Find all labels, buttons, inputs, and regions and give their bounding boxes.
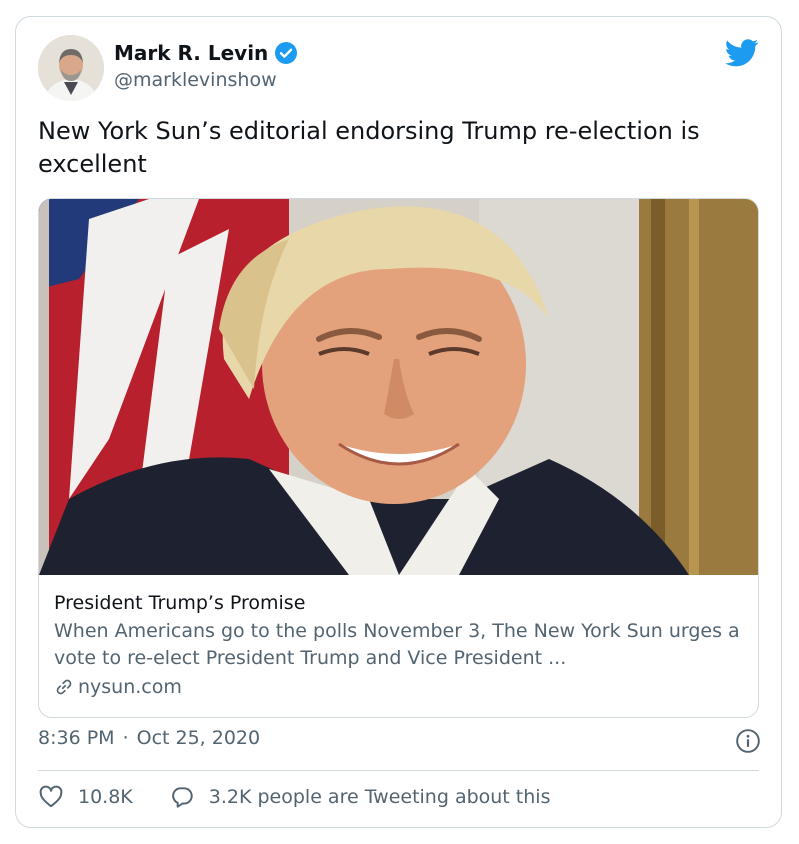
heart-icon[interactable] <box>38 784 64 810</box>
avatar-photo <box>38 35 104 101</box>
like-count[interactable]: 10.8K <box>78 786 133 808</box>
link-preview-image[interactable] <box>39 199 758 575</box>
reply-action[interactable]: 3.2K people are Tweeting about this <box>169 784 551 810</box>
link-domain[interactable]: nysun.com <box>78 673 182 701</box>
verified-badge-icon <box>275 42 298 64</box>
author-avatar[interactable] <box>38 35 104 101</box>
divider <box>38 770 759 771</box>
tweeting-about-label[interactable]: 3.2K people are Tweeting about this <box>209 786 551 808</box>
tweet-time[interactable]: 8:36 PM <box>38 727 115 749</box>
timestamp-separator: · <box>122 727 129 749</box>
portrait-photo <box>39 199 758 575</box>
link-preview-card[interactable]: President Trump’s Promise When Americans… <box>38 198 759 718</box>
link-domain-row[interactable]: nysun.com <box>54 673 744 701</box>
link-chain-icon <box>56 679 72 695</box>
tweet-timestamp[interactable]: 8:36 PM · Oct 25, 2020 <box>38 727 260 749</box>
twitter-bird-icon[interactable] <box>725 39 759 67</box>
link-description: When Americans go to the polls November … <box>54 620 740 669</box>
tweet-card[interactable]: Mark R. Levin @marklevinshow New York Su… <box>15 16 782 828</box>
link-preview-meta[interactable]: President Trump’s Promise When Americans… <box>54 589 744 701</box>
info-icon[interactable] <box>735 728 761 754</box>
tweet-text: New York Sun’s editorial endorsing Trump… <box>38 117 700 178</box>
like-action[interactable]: 10.8K <box>38 784 133 810</box>
author-name-row[interactable]: Mark R. Levin <box>114 41 298 65</box>
tweet-date[interactable]: Oct 25, 2020 <box>137 727 261 749</box>
author-handle[interactable]: @marklevinshow <box>114 69 277 91</box>
link-title[interactable]: President Trump’s Promise <box>54 589 744 617</box>
speech-bubble-icon[interactable] <box>169 784 195 810</box>
engagement-bar: 10.8K 3.2K people are Tweeting about thi… <box>38 784 550 810</box>
author-display-name[interactable]: Mark R. Levin <box>114 41 268 65</box>
